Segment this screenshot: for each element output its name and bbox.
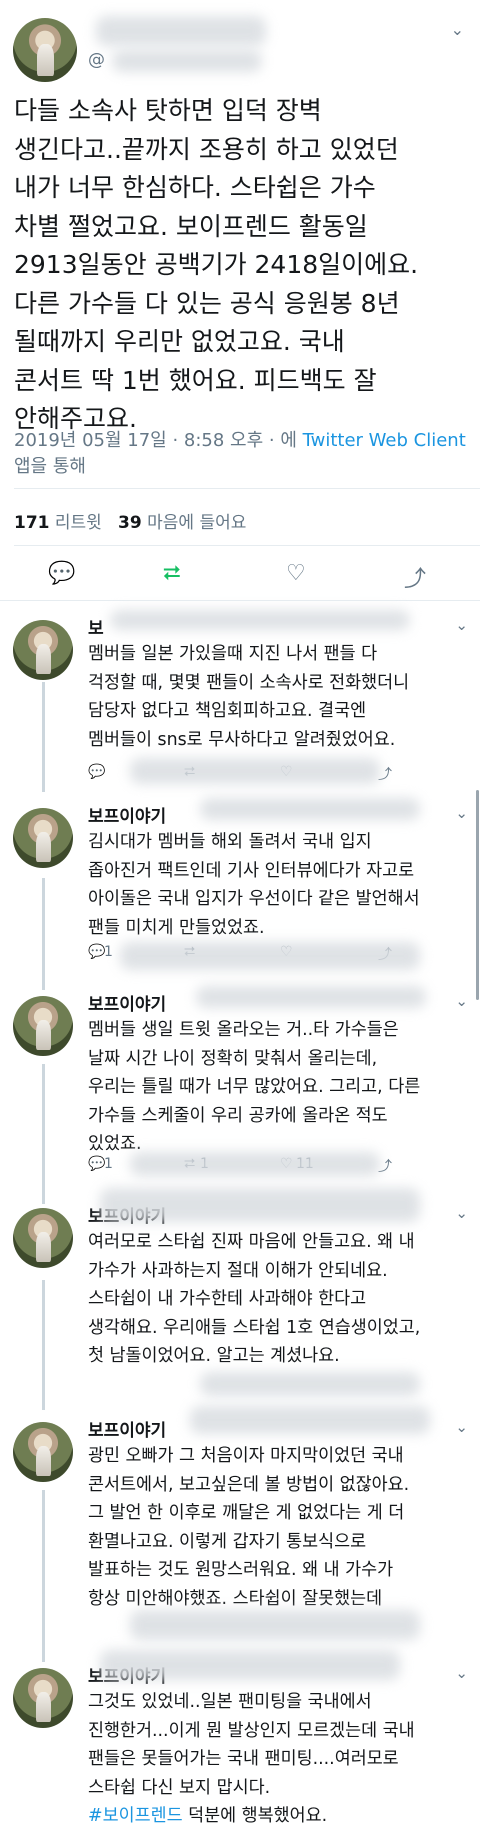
- redacted-handle: [196, 986, 426, 1008]
- reply-menu-caret-icon[interactable]: ⌄: [455, 1204, 468, 1222]
- reply-text: 멤버들 생일 트윗 올라오는 거..타 가수들은 날짜 시간 나이 정확히 맞춰…: [88, 1020, 421, 1154]
- retweet-count[interactable]: 171: [14, 513, 50, 533]
- share-icon[interactable]: ⤴: [378, 764, 392, 784]
- redacted-area: [130, 758, 380, 784]
- redacted-handle: [110, 610, 410, 630]
- reply-icon[interactable]: 💬: [88, 764, 105, 780]
- like-count[interactable]: 39: [118, 513, 142, 533]
- reply-avatar[interactable]: [13, 1668, 73, 1728]
- reply-menu-caret-icon[interactable]: ⌄: [455, 804, 468, 822]
- reply-text-tail: 덕분에 행복했어요.: [182, 1806, 328, 1826]
- reply-menu-caret-icon[interactable]: ⌄: [455, 1418, 468, 1436]
- reply-icon[interactable]: 💬: [88, 1156, 105, 1172]
- hashtag-link[interactable]: #보이프렌드: [88, 1806, 183, 1826]
- reply-tweet[interactable]: 보프이야기 ⌄ 광민 오빠가 그 처음이자 마지막이었던 국내 콘서트에서, 보…: [0, 1406, 480, 1640]
- reply-text: 멤버들 일본 가있을때 지진 나서 팬들 다 걱정할 때, 몇몇 팬들이 소속사…: [88, 644, 410, 750]
- reply-avatar[interactable]: [13, 1208, 73, 1268]
- tweet-text: 다들 소속사 탓하면 입덕 장벽 생긴다고..끝까지 조용히 하고 있었던 내가…: [14, 96, 419, 433]
- redacted-area: [130, 1610, 420, 1640]
- reply-text: 여러모로 스타쉽 진짜 마음에 안들고요. 왜 내 가수가 사과하는지 절대 이…: [88, 1232, 421, 1366]
- reply-menu-caret-icon[interactable]: ⌄: [455, 1664, 468, 1682]
- reply-count: 1: [104, 1156, 113, 1172]
- redacted-display-name: [96, 16, 266, 46]
- tweet-menu-caret-icon[interactable]: ⌄: [451, 20, 464, 39]
- reply-count: 1: [104, 944, 113, 960]
- reply-tweet[interactable]: 보프이야기 ⌄ 김시대가 멤버들 해외 돌려서 국내 입지 좁아진거 팩트인데 …: [0, 796, 480, 976]
- tweet-meta: 2019년 05월 17일 · 8:58 오후 · 에 Twitter Web …: [14, 428, 469, 480]
- reply-tweet[interactable]: 보프이야기 ⌄ 여러모로 스타쉽 진짜 마음에 안들고요. 왜 내 가수가 사과…: [0, 1188, 480, 1406]
- redacted-handle: [100, 1650, 400, 1680]
- tweet-source-suffix: 앱을 통해: [14, 456, 86, 477]
- redacted-handle: [190, 1406, 430, 1434]
- retweet-icon[interactable]: ⮂: [163, 561, 181, 586]
- tweet-timestamp[interactable]: 2019년 05월 17일 · 8:58 오후 · 에: [14, 430, 303, 451]
- reply-avatar[interactable]: [13, 1422, 73, 1482]
- reply-icon[interactable]: 💬: [88, 944, 105, 960]
- reply-menu-caret-icon[interactable]: ⌄: [455, 992, 468, 1010]
- reply-tweet[interactable]: 보 ⌄ 멤버들 일본 가있을때 지진 나서 팬들 다 걱정할 때, 몇몇 팬들이…: [0, 608, 480, 788]
- share-icon[interactable]: ⤴: [378, 1156, 392, 1176]
- redacted-area: [120, 942, 420, 970]
- reply-author-name[interactable]: 보프이야기: [88, 990, 166, 1015]
- redacted-area: [130, 1152, 380, 1176]
- redacted-handle: [100, 1188, 420, 1222]
- like-icon[interactable]: ♡: [286, 561, 306, 586]
- author-avatar[interactable]: [13, 18, 77, 82]
- reply-tweet[interactable]: 보프이야기 ⌄ 그것도 있었네..일본 팬미팅을 국내에서 진행한거...이게 …: [0, 1650, 480, 1833]
- retweet-label[interactable]: 리트윗: [55, 513, 102, 533]
- divider: [14, 488, 480, 489]
- reply-author-name[interactable]: 보: [88, 614, 104, 639]
- reply-icon[interactable]: 💬: [48, 561, 75, 586]
- reply-text: 광민 오빠가 그 처음이자 마지막이었던 국내 콘서트에서, 보고싶은데 볼 방…: [88, 1446, 410, 1609]
- like-label[interactable]: 마음에 들어요: [147, 513, 246, 533]
- divider: [0, 600, 480, 601]
- reply-author-name[interactable]: 보프이야기: [88, 802, 166, 827]
- redacted-handle: [200, 798, 420, 820]
- reply-text: 김시대가 멤버들 해외 돌려서 국내 입지 좁아진거 팩트인데 기사 인터뷰에다…: [88, 832, 420, 938]
- reply-tweet[interactable]: 보프이야기 ⌄ 멤버들 생일 트윗 올라오는 거..타 가수들은 날짜 시간 나…: [0, 984, 480, 1184]
- reply-avatar[interactable]: [13, 996, 73, 1056]
- reply-author-name[interactable]: 보프이야기: [88, 1416, 166, 1441]
- redacted-handle: [112, 50, 262, 72]
- reply-text: 그것도 있었네..일본 팬미팅을 국내에서 진행한거...이게 뭔 발상인지 모…: [88, 1688, 468, 1831]
- tweet-source-link[interactable]: Twitter Web Client: [303, 430, 466, 451]
- redacted-area: [200, 1372, 420, 1396]
- reply-avatar[interactable]: [13, 620, 73, 680]
- reply-avatar[interactable]: [13, 808, 73, 868]
- tweet-stats: 171 리트윗 39 마음에 들어요: [14, 508, 246, 533]
- reply-menu-caret-icon[interactable]: ⌄: [455, 616, 468, 634]
- author-handle[interactable]: @: [88, 50, 105, 70]
- reply-text-body: 그것도 있었네..일본 팬미팅을 국내에서 진행한거...이게 뭔 발상인지 모…: [88, 1692, 415, 1798]
- scrollbar-thumb[interactable]: [476, 790, 479, 1000]
- tweet-actions: 💬 ⮂ ♡ ⤴: [0, 555, 480, 599]
- share-icon[interactable]: ⤴: [404, 561, 426, 593]
- divider: [14, 545, 480, 546]
